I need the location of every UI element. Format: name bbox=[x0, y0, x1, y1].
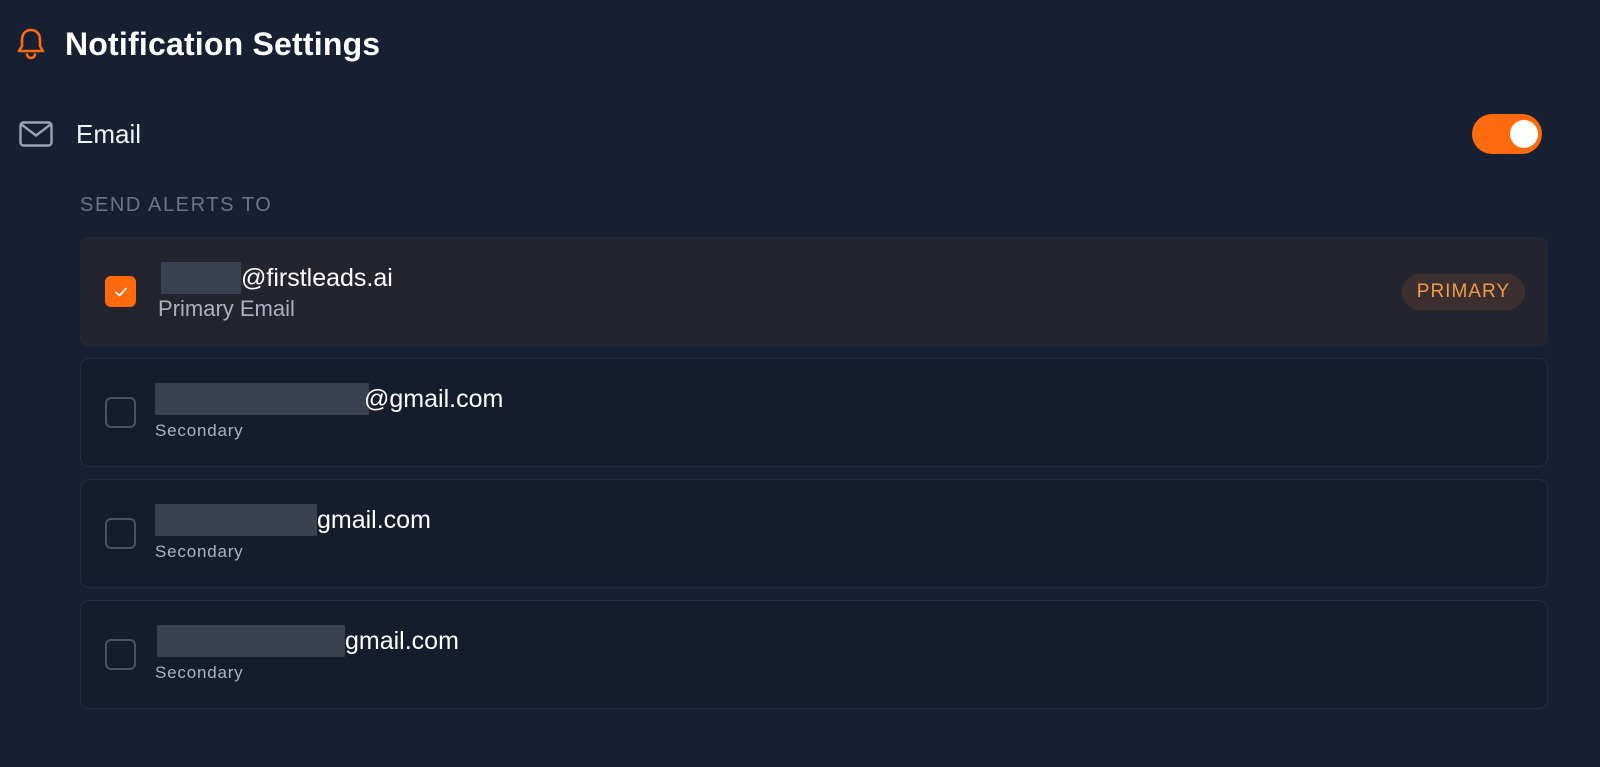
email-option-secondary[interactable]: gmail.com Secondary bbox=[80, 479, 1548, 588]
email-checkbox[interactable] bbox=[105, 397, 136, 428]
page-header: Notification Settings bbox=[14, 24, 380, 64]
email-option-secondary[interactable]: @gmail.com Secondary bbox=[80, 358, 1548, 467]
email-subtitle: Primary Email bbox=[158, 296, 295, 321]
email-domain: @gmail.com bbox=[364, 384, 504, 413]
email-option-secondary[interactable]: gmail.com Secondary bbox=[80, 600, 1548, 709]
redacted-block bbox=[155, 383, 369, 415]
email-checkbox[interactable] bbox=[105, 518, 136, 549]
email-domain: gmail.com bbox=[345, 626, 459, 655]
mail-icon bbox=[18, 116, 54, 152]
email-address: gmail.com bbox=[155, 503, 431, 537]
bell-icon bbox=[14, 24, 48, 64]
email-address: gmail.com bbox=[155, 624, 459, 658]
checkmark-icon bbox=[114, 287, 127, 296]
primary-badge: PRIMARY bbox=[1401, 274, 1525, 310]
section-label: SEND ALERTS TO bbox=[80, 194, 273, 216]
redacted-block bbox=[161, 262, 241, 294]
email-option-primary[interactable]: @firstleads.ai Primary Email PRIMARY bbox=[80, 237, 1548, 346]
channel-label: Email bbox=[76, 118, 142, 149]
email-checkbox[interactable] bbox=[105, 639, 136, 670]
email-list: @firstleads.ai Primary Email PRIMARY @gm… bbox=[80, 237, 1548, 721]
email-domain: gmail.com bbox=[317, 505, 431, 534]
email-subtitle: Secondary bbox=[155, 542, 244, 561]
email-address: @firstleads.ai bbox=[155, 261, 393, 295]
page-title: Notification Settings bbox=[65, 25, 381, 62]
toggle-knob bbox=[1510, 120, 1538, 148]
email-toggle[interactable] bbox=[1472, 114, 1542, 154]
email-checkbox[interactable] bbox=[105, 276, 136, 307]
email-domain: @firstleads.ai bbox=[241, 263, 393, 292]
email-subtitle: Secondary bbox=[155, 421, 244, 440]
redacted-block bbox=[155, 504, 317, 536]
email-channel-row: Email bbox=[18, 112, 1544, 156]
email-subtitle: Secondary bbox=[155, 663, 244, 682]
email-address: @gmail.com bbox=[155, 382, 503, 416]
redacted-block bbox=[157, 625, 345, 657]
